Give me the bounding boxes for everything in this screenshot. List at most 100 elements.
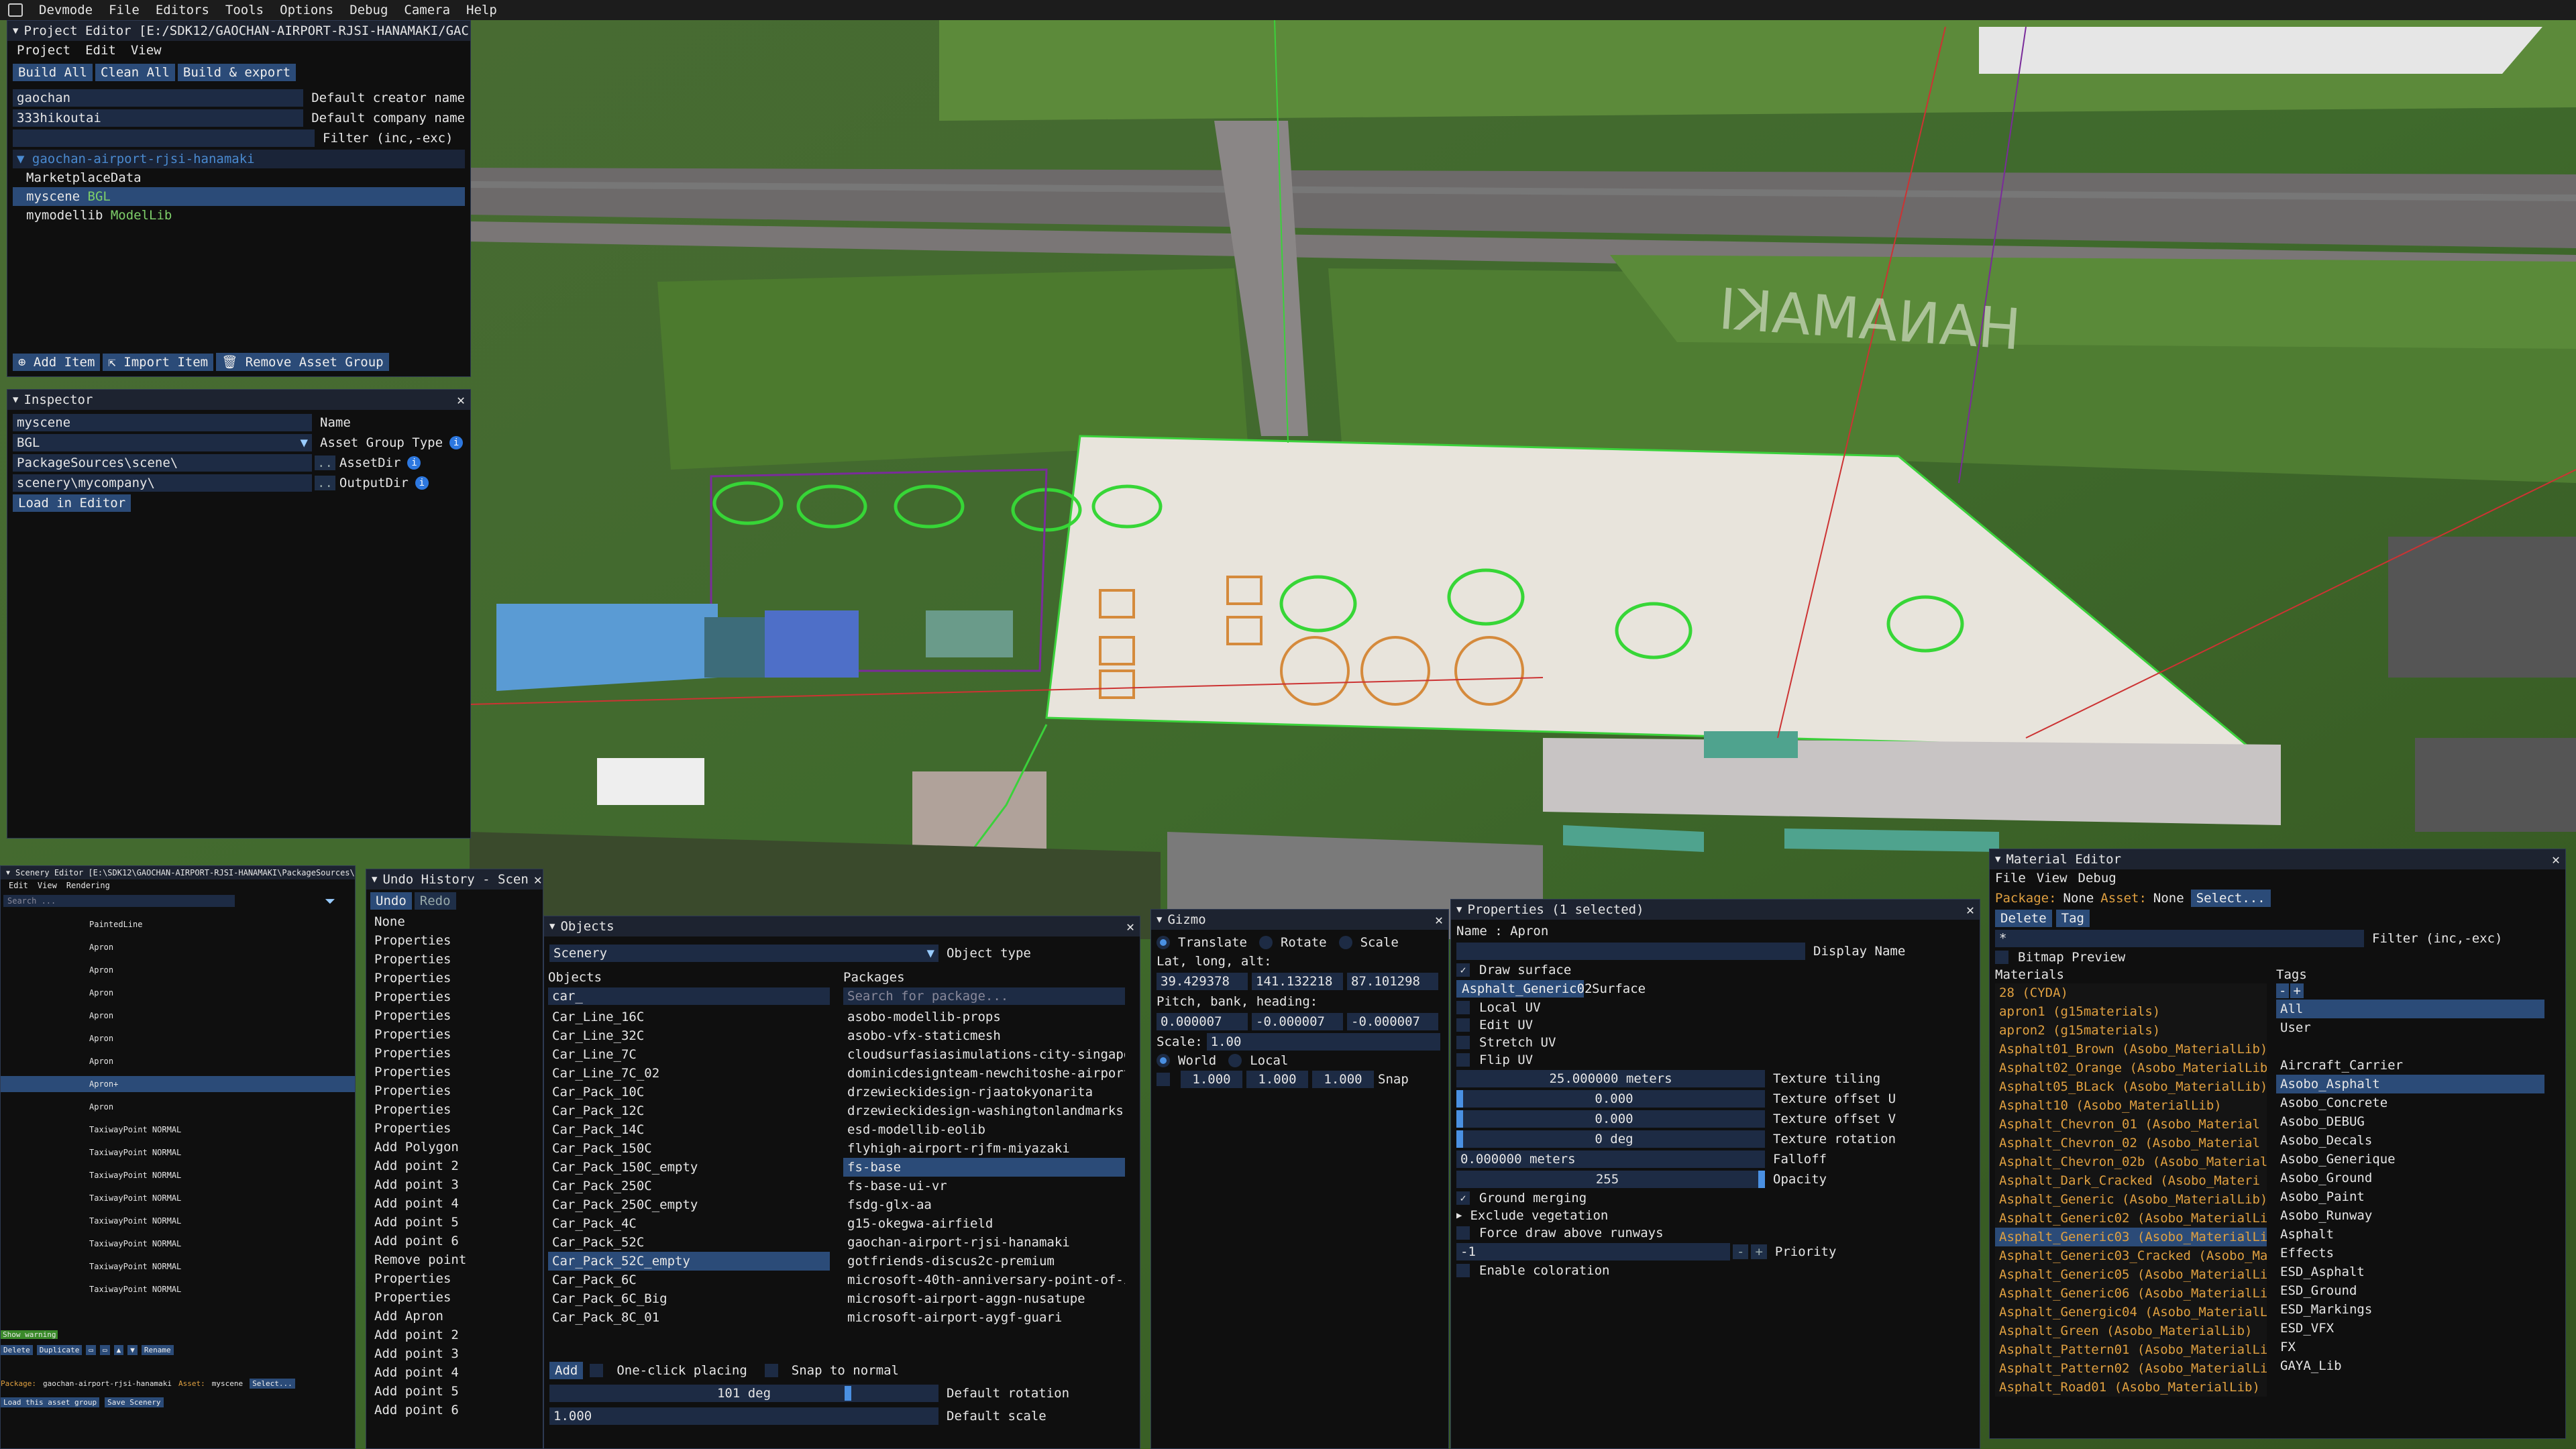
tag-item-highlighted[interactable]: Asobo_Asphalt: [2276, 1075, 2544, 1093]
material-item[interactable]: Asphalt_Generic (Asobo_MaterialLib): [1995, 1190, 2267, 1209]
packages-search-input[interactable]: Search for package...: [843, 987, 1125, 1005]
tag-item[interactable]: User: [2276, 1018, 2544, 1037]
list-item[interactable]: TaxiwayPoint NORMAL: [1, 1118, 355, 1141]
list-item[interactable]: TaxiwayPoint NORMAL: [1, 1187, 355, 1210]
list-item[interactable]: Apron: [1, 936, 355, 959]
tag-remove-button[interactable]: -: [2276, 983, 2290, 998]
package-item[interactable]: fsdg-glx-aa: [843, 1195, 1125, 1214]
browse-assetdir-button[interactable]: ..: [315, 455, 335, 470]
tag-item[interactable]: Asobo_Runway: [2276, 1206, 2544, 1225]
gizmo-titlebar[interactable]: ▼ Gizmo ✕: [1151, 910, 1448, 930]
tag-item[interactable]: ESD_Ground: [2276, 1281, 2544, 1300]
menu-edit[interactable]: Edit: [85, 43, 116, 58]
material-item[interactable]: Asphalt_Chevron_02 (Asobo_Material: [1995, 1134, 2267, 1152]
object-item[interactable]: Car_Pack_52C: [548, 1233, 830, 1252]
object-item[interactable]: Car_Line_7C_02: [548, 1064, 830, 1083]
object-item-selected[interactable]: Car_Pack_52C_empty: [548, 1252, 830, 1271]
menu-view[interactable]: View: [131, 43, 162, 58]
object-item[interactable]: Car_Pack_12C: [548, 1102, 830, 1120]
list-item[interactable]: Apron: [1, 959, 355, 981]
tree-item-mymodellib[interactable]: mymodellib ModelLib: [13, 206, 465, 225]
draw-surface-checkbox[interactable]: ✓: [1456, 963, 1470, 977]
history-item[interactable]: Properties: [370, 1025, 539, 1044]
object-item[interactable]: Car_Pack_6C: [548, 1271, 830, 1289]
list-item[interactable]: TaxiwayPoint NORMAL: [1, 1255, 355, 1278]
move-down-icon[interactable]: ▼: [127, 1345, 138, 1355]
close-icon[interactable]: ✕: [2546, 851, 2560, 867]
list-item[interactable]: TaxiwayPoint NORMAL: [1, 1210, 355, 1232]
history-item[interactable]: Properties: [370, 1100, 539, 1119]
snap-z-field[interactable]: 1.000: [1312, 1071, 1374, 1088]
history-item[interactable]: Properties: [370, 1081, 539, 1100]
tag-add-button[interactable]: +: [2290, 983, 2304, 998]
scenery-search-input[interactable]: Search ...: [3, 895, 235, 907]
delete-button[interactable]: Delete: [1995, 910, 2052, 927]
tag-item[interactable]: FX: [2276, 1338, 2544, 1356]
object-item[interactable]: Car_Pack_4C: [548, 1214, 830, 1233]
history-item[interactable]: Properties: [370, 1063, 539, 1081]
longitude-field[interactable]: 141.132218: [1252, 973, 1343, 990]
package-item[interactable]: microsoft-40th-anniversary-point-of-i: [843, 1271, 1125, 1289]
object-item[interactable]: Car_Pack_10C: [548, 1083, 830, 1102]
menu-debug[interactable]: Debug: [2078, 871, 2116, 885]
package-item[interactable]: drzewieckidesign-rjaatokyonarita: [843, 1083, 1125, 1102]
asset-name-field[interactable]: myscene: [13, 414, 312, 431]
menu-project[interactable]: Project: [17, 43, 70, 58]
history-item[interactable]: Add point 6: [370, 1401, 539, 1419]
save-scenery-button[interactable]: Save Scenery: [105, 1397, 164, 1407]
object-item[interactable]: Car_Line_16C: [548, 1008, 830, 1026]
pitch-field[interactable]: 0.000007: [1157, 1013, 1248, 1030]
tag-button[interactable]: Tag: [2055, 910, 2090, 927]
object-item[interactable]: Car_Line_32C: [548, 1026, 830, 1045]
info-icon[interactable]: i: [407, 456, 421, 470]
collapse-icon[interactable]: ▼: [1456, 904, 1462, 915]
material-item[interactable]: 28 (CYDA): [1995, 983, 2267, 1002]
package-item[interactable]: drzewieckidesign-washingtonlandmarks: [843, 1102, 1125, 1120]
package-item[interactable]: g15-okegwa-airfield: [843, 1214, 1125, 1233]
snap-y-field[interactable]: 1.000: [1246, 1071, 1308, 1088]
objects-search-input[interactable]: car_: [548, 987, 830, 1005]
exclude-vegetation-label[interactable]: Exclude vegetation: [1470, 1208, 1608, 1223]
object-item[interactable]: Car_Pack_250C: [548, 1177, 830, 1195]
assetdir-field[interactable]: PackageSources\scene\: [13, 454, 312, 472]
properties-titlebar[interactable]: ▼ Properties (1 selected) ✕: [1451, 900, 1980, 920]
object-item[interactable]: Car_Pack_8C_01: [548, 1308, 830, 1327]
one-click-placing-checkbox[interactable]: [590, 1364, 604, 1377]
select-asset-button[interactable]: Select...: [250, 1379, 295, 1389]
close-icon[interactable]: ✕: [1430, 912, 1443, 928]
package-item[interactable]: microsoft-airport-aygf-guari: [843, 1308, 1125, 1327]
material-filter-input[interactable]: *: [1995, 930, 2364, 947]
list-item[interactable]: Apron: [1, 1095, 355, 1118]
material-item[interactable]: apron2 (g15materials): [1995, 1021, 2267, 1040]
menu-camera[interactable]: Camera: [404, 3, 450, 17]
list-item[interactable]: Apron: [1, 1027, 355, 1050]
local-uv-checkbox[interactable]: [1456, 1001, 1470, 1014]
close-icon[interactable]: ✕: [1121, 918, 1134, 934]
history-item[interactable]: Remove point: [370, 1250, 539, 1269]
expand-icon[interactable]: ▶: [1456, 1210, 1462, 1221]
texture-rotation-slider[interactable]: 0 deg: [1456, 1130, 1765, 1148]
history-item[interactable]: Properties: [370, 1288, 539, 1307]
history-item[interactable]: Add Apron: [370, 1307, 539, 1326]
objects-titlebar[interactable]: ▼ Objects ✕: [544, 916, 1140, 936]
material-item[interactable]: Asphalt_Chevron_01 (Asobo_Material: [1995, 1115, 2267, 1134]
edit-uv-checkbox[interactable]: [1456, 1018, 1470, 1032]
snap-x-field[interactable]: 1.000: [1181, 1071, 1242, 1088]
material-item[interactable]: Asphalt01_Brown (Asobo_MaterialLib): [1995, 1040, 2267, 1059]
package-item[interactable]: asobo-modellib-props: [843, 1008, 1125, 1026]
collapse-icon[interactable]: ▼: [13, 25, 18, 36]
texture-offset-u-slider[interactable]: 0.000: [1456, 1090, 1765, 1108]
material-item[interactable]: Asphalt_Green (Asobo_MaterialLib): [1995, 1322, 2267, 1340]
load-asset-group-button[interactable]: Load this asset group: [1, 1397, 100, 1407]
collapse-icon[interactable]: ▼: [1995, 854, 2000, 865]
menu-debug[interactable]: Debug: [350, 3, 388, 17]
build-all-button[interactable]: Build All: [13, 64, 93, 81]
stretch-uv-checkbox[interactable]: [1456, 1036, 1470, 1049]
history-item[interactable]: Add Polygon: [370, 1138, 539, 1157]
scale-radio[interactable]: [1338, 936, 1352, 949]
tag-item[interactable]: [2276, 1037, 2544, 1056]
material-item[interactable]: Asphalt_Dark_Cracked (Asobo_Materi: [1995, 1171, 2267, 1190]
material-item[interactable]: Asphalt_Genergic04 (Asobo_MaterialL: [1995, 1303, 2267, 1322]
material-item[interactable]: Asphalt05_BLack (Asobo_MaterialLib): [1995, 1077, 2267, 1096]
redo-button[interactable]: Redo: [414, 892, 456, 910]
